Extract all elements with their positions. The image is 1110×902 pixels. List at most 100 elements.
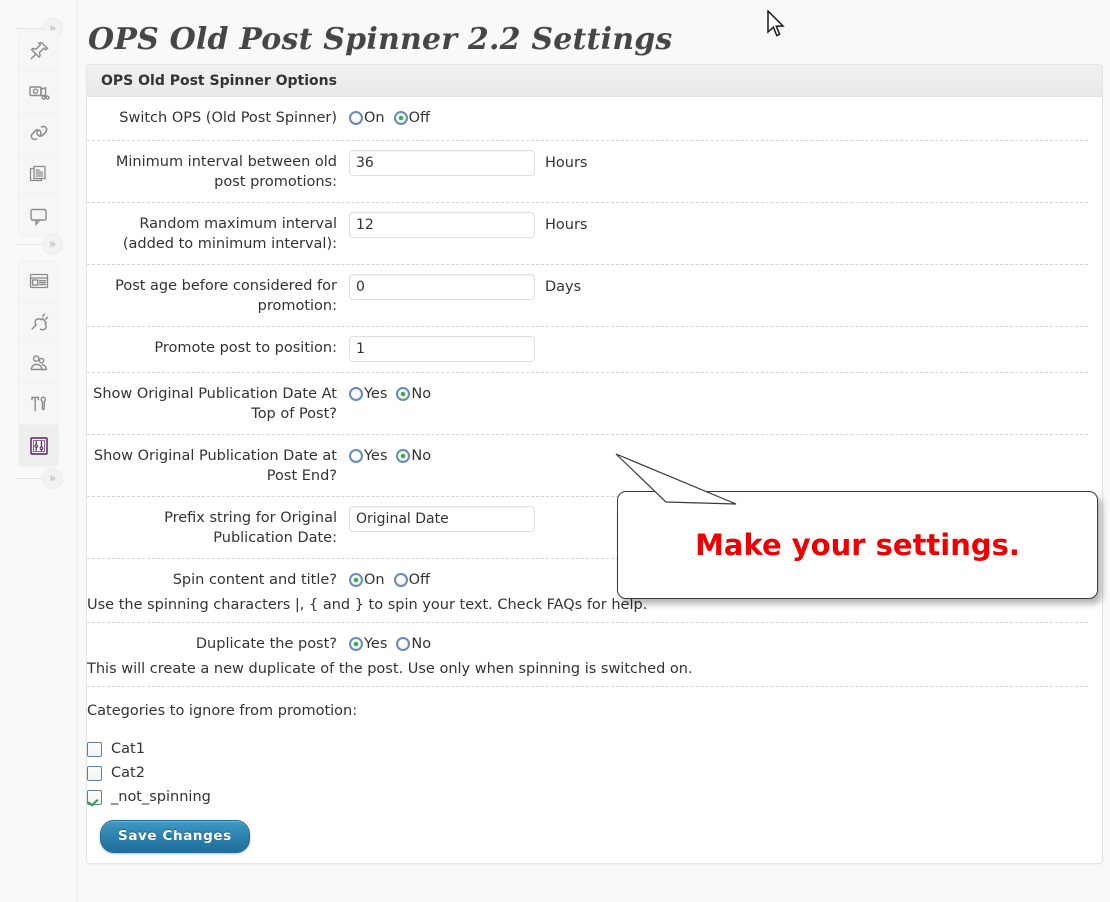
sidebar-expand-icon[interactable]: » — [42, 234, 63, 255]
sidebar-item-tools[interactable] — [19, 384, 58, 425]
admin-sidebar: » » » — [0, 0, 78, 902]
settings-row-field — [349, 336, 1088, 362]
settings-row-inner: Post age before considered for promotion… — [87, 265, 1088, 326]
sidebar-item-settings[interactable] — [19, 425, 58, 466]
radio-unselected-icon[interactable] — [349, 387, 363, 401]
settings-row-label: Show Original Publication Date At Top of… — [93, 386, 337, 422]
category-checkbox-row[interactable]: Cat2 — [87, 765, 1088, 781]
radio-unselected-icon[interactable] — [393, 573, 408, 587]
checkbox-unchecked-icon[interactable] — [87, 765, 102, 781]
category-label: _not_spinning — [111, 789, 211, 805]
radio-option[interactable]: On — [349, 110, 385, 126]
field-unit-label: Hours — [545, 217, 588, 233]
text-input[interactable] — [349, 274, 535, 300]
radio-option-label: Off — [408, 110, 431, 126]
page-title: OPS Old Post Spinner 2.2 Settings — [88, 22, 673, 58]
settings-row-label: Promote post to position: — [154, 340, 337, 356]
categories-title: Categories to ignore from promotion: — [87, 703, 358, 719]
text-input[interactable] — [349, 212, 535, 238]
sidebar-item-users[interactable] — [19, 343, 58, 384]
sidebar-group-admin — [18, 260, 59, 467]
radio-option[interactable]: Off — [393, 572, 431, 588]
settings-row-label: Duplicate the post? — [195, 636, 337, 652]
settings-row-help-text: Use the spinning characters |, { and } t… — [87, 597, 648, 613]
settings-row: Show Original Publication Date at Post E… — [87, 435, 1088, 497]
settings-row-label: Switch OPS (Old Post Spinner) — [119, 110, 337, 126]
settings-row-label: Random maximum interval (added to minimu… — [122, 216, 337, 252]
radio-option[interactable]: No — [396, 386, 431, 402]
settings-sliders-icon — [27, 434, 51, 458]
sidebar-item-pages[interactable] — [19, 154, 58, 195]
checkbox-checked-icon[interactable] — [87, 789, 102, 805]
plug-icon — [27, 310, 51, 334]
settings-row-label: Prefix string for Original Publication D… — [164, 510, 337, 546]
sidebar-item-comments[interactable] — [19, 195, 58, 236]
radio-selected-icon[interactable] — [396, 387, 411, 401]
settings-row: Random maximum interval (added to minimu… — [87, 203, 1088, 265]
radio-unselected-icon[interactable] — [349, 111, 363, 125]
page-body: OPS Old Post Spinner 2.2 Settings OPS Ol… — [78, 0, 1110, 902]
annotation-text: Make your settings. — [695, 528, 1020, 562]
sidebar-item-links[interactable] — [19, 113, 58, 154]
radio-option[interactable]: Off — [393, 110, 431, 126]
link-chain-icon — [27, 121, 51, 145]
settings-row: Promote post to position: — [87, 327, 1088, 373]
sidebar-item-appearance[interactable] — [19, 261, 58, 302]
settings-row-label: Show Original Publication Date at Post E… — [93, 448, 337, 484]
radio-option[interactable]: Yes — [349, 448, 387, 464]
settings-row-inner: Random maximum interval (added to minimu… — [87, 203, 1088, 264]
field-unit-label: Days — [545, 279, 582, 295]
settings-row: Duplicate the post? Yes No This will create… — [87, 623, 1088, 687]
text-input[interactable] — [349, 150, 535, 176]
sidebar-item-plugins[interactable] — [19, 302, 58, 343]
radio-option-label: No — [411, 386, 432, 402]
categories-list: Cat1 Cat2 _not_spinning — [87, 741, 1088, 805]
save-changes-button[interactable]: Save Changes — [100, 820, 250, 853]
sidebar-item-posts[interactable] — [19, 31, 58, 72]
radio-unselected-icon[interactable] — [349, 449, 363, 463]
radio-group: On Off — [349, 110, 439, 126]
radio-selected-icon[interactable] — [349, 573, 363, 587]
radio-option[interactable]: Yes — [349, 386, 387, 402]
panel-body: Switch OPS (Old Post Spinner) On Off Minimu… — [87, 97, 1102, 863]
settings-row-field: Days — [349, 274, 1088, 300]
settings-row-help-text: This will create a new duplicate of the … — [87, 661, 693, 677]
radio-group: Yes No — [349, 448, 440, 464]
radio-selected-icon[interactable] — [393, 111, 408, 125]
sidebar-expand-icon[interactable]: » — [42, 468, 63, 489]
users-icon — [27, 351, 51, 375]
radio-unselected-icon[interactable] — [396, 637, 411, 651]
text-input[interactable] — [349, 506, 535, 532]
radio-selected-icon[interactable] — [349, 637, 363, 651]
settings-row: Show Original Publication Date At Top of… — [87, 373, 1088, 435]
settings-row-inner: Show Original Publication Date at Post E… — [87, 435, 1088, 496]
radio-option-label: Off — [408, 572, 431, 588]
pages-copy-icon — [27, 162, 51, 186]
text-input[interactable] — [349, 336, 535, 362]
checkbox-unchecked-icon[interactable] — [87, 741, 102, 757]
radio-option-label: No — [411, 636, 432, 652]
radio-group: Yes No — [349, 636, 440, 652]
panel-header-title: OPS Old Post Spinner Options — [101, 72, 337, 89]
field-unit-label: Hours — [545, 155, 588, 171]
sidebar-group-content — [18, 30, 59, 237]
settings-row-inner: Minimum interval between old post promot… — [87, 141, 1088, 202]
category-checkbox-row[interactable]: _not_spinning — [87, 789, 1088, 805]
sidebar-item-media[interactable] — [19, 72, 58, 113]
sidebar-separator-bottom: » — [16, 466, 63, 492]
radio-option[interactable]: Yes — [349, 636, 387, 652]
radio-group: On Off — [349, 572, 439, 588]
settings-row-label: Minimum interval between old post promot… — [115, 154, 337, 190]
mouse-cursor-icon — [767, 10, 785, 37]
radio-option[interactable]: No — [396, 448, 431, 464]
media-camera-icon — [27, 80, 51, 104]
settings-row-field: Yes No — [349, 632, 1088, 656]
settings-row-field: Hours — [349, 212, 1088, 238]
settings-row-field: Yes No — [349, 444, 1088, 468]
annotation-callout: Make your settings. — [617, 491, 1098, 599]
radio-option[interactable]: No — [396, 636, 431, 652]
radio-option[interactable]: On — [349, 572, 385, 588]
radio-selected-icon[interactable] — [396, 449, 411, 463]
category-checkbox-row[interactable]: Cat1 — [87, 741, 1088, 757]
settings-row-label: Spin content and title? — [172, 572, 337, 588]
